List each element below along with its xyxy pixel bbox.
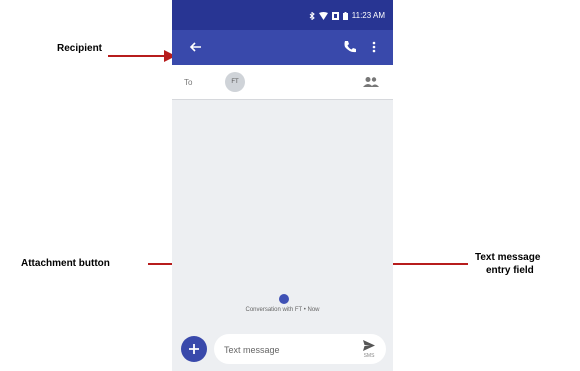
callout-text-entry-line2: entry field bbox=[486, 265, 534, 276]
conversation-avatar-dot bbox=[279, 294, 289, 304]
plus-icon bbox=[189, 344, 199, 354]
signal-icon bbox=[331, 11, 339, 20]
send-button[interactable]: SMS bbox=[359, 339, 379, 361]
callout-attachment-button: Attachment button bbox=[21, 258, 110, 269]
battery-icon bbox=[342, 11, 348, 20]
bluetooth-icon bbox=[309, 11, 315, 20]
callout-recipient: Recipient bbox=[57, 43, 103, 54]
callout-text-entry-line1: Text message bbox=[475, 252, 541, 263]
send-label: SMS bbox=[363, 353, 375, 359]
wifi-icon bbox=[318, 11, 328, 20]
phone-icon[interactable] bbox=[342, 39, 358, 55]
app-bar bbox=[172, 30, 393, 65]
compose-bar: SMS bbox=[214, 334, 386, 364]
to-label: To bbox=[184, 78, 193, 87]
status-icons: 11:23 AM bbox=[309, 11, 385, 20]
recipient-field[interactable]: To FT bbox=[172, 65, 393, 100]
more-vert-icon[interactable] bbox=[370, 39, 378, 55]
back-arrow-icon[interactable] bbox=[188, 39, 204, 55]
text-message-input[interactable] bbox=[222, 340, 344, 360]
attachment-button[interactable] bbox=[181, 336, 207, 362]
phone-screen: 11:23 AM To FT Conversation with FT • No… bbox=[172, 0, 393, 371]
status-bar: 11:23 AM bbox=[172, 0, 393, 30]
send-icon bbox=[363, 340, 375, 351]
add-people-icon[interactable] bbox=[362, 76, 380, 88]
arrow-to-recipient bbox=[108, 50, 176, 62]
status-time: 11:23 AM bbox=[351, 11, 385, 20]
recipient-chip[interactable]: FT bbox=[225, 72, 245, 92]
conversation-caption: Conversation with FT • Now bbox=[245, 307, 320, 313]
